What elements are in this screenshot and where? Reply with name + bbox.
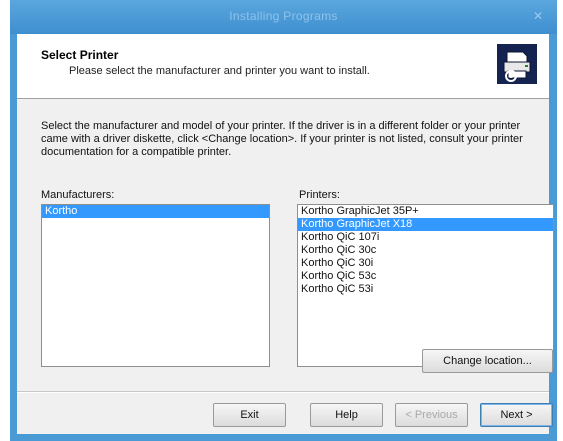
dialog-client-area: Select Printer Please select the manufac… xyxy=(17,34,554,434)
previous-button[interactable]: < Previous xyxy=(395,403,468,427)
manufacturers-list[interactable]: Kortho xyxy=(41,204,270,367)
printers-label: Printers: xyxy=(299,189,340,201)
footer-separator xyxy=(17,391,549,393)
window-title: Installing Programs xyxy=(229,9,338,23)
list-item[interactable]: Kortho QiC 30c xyxy=(298,244,553,257)
title-bar[interactable]: Installing Programs ✕ xyxy=(10,0,557,34)
instructions-text: Select the manufacturer and model of you… xyxy=(41,120,523,158)
list-item[interactable]: Kortho QiC 30i xyxy=(298,257,553,270)
manufacturers-label: Manufacturers: xyxy=(41,189,115,201)
printer-install-icon xyxy=(497,44,537,84)
change-location-button[interactable]: Change location... xyxy=(422,349,553,373)
next-button[interactable]: Next > xyxy=(480,403,553,427)
list-item[interactable]: Kortho QiC 53i xyxy=(298,283,553,296)
list-item[interactable]: Kortho QiC 53c xyxy=(298,270,553,283)
list-item[interactable]: Kortho GraphicJet 35P+ xyxy=(298,205,553,218)
close-icon[interactable]: ✕ xyxy=(533,9,543,23)
exit-button[interactable]: Exit xyxy=(213,403,286,427)
manufacturer-item-kortho[interactable]: Kortho xyxy=(42,205,269,218)
page-title: Select Printer xyxy=(41,48,119,62)
printers-list[interactable]: Kortho GraphicJet 35P+ Kortho GraphicJet… xyxy=(297,204,554,367)
list-item[interactable]: Kortho GraphicJet X18 xyxy=(298,218,553,231)
list-item[interactable]: Kortho QiC 107i xyxy=(298,231,553,244)
page-subtitle: Please select the manufacturer and print… xyxy=(69,65,370,77)
wizard-header: Select Printer Please select the manufac… xyxy=(17,34,549,99)
help-button[interactable]: Help xyxy=(310,403,383,427)
installer-window: Installing Programs ✕ Select Printer Ple… xyxy=(10,0,557,441)
